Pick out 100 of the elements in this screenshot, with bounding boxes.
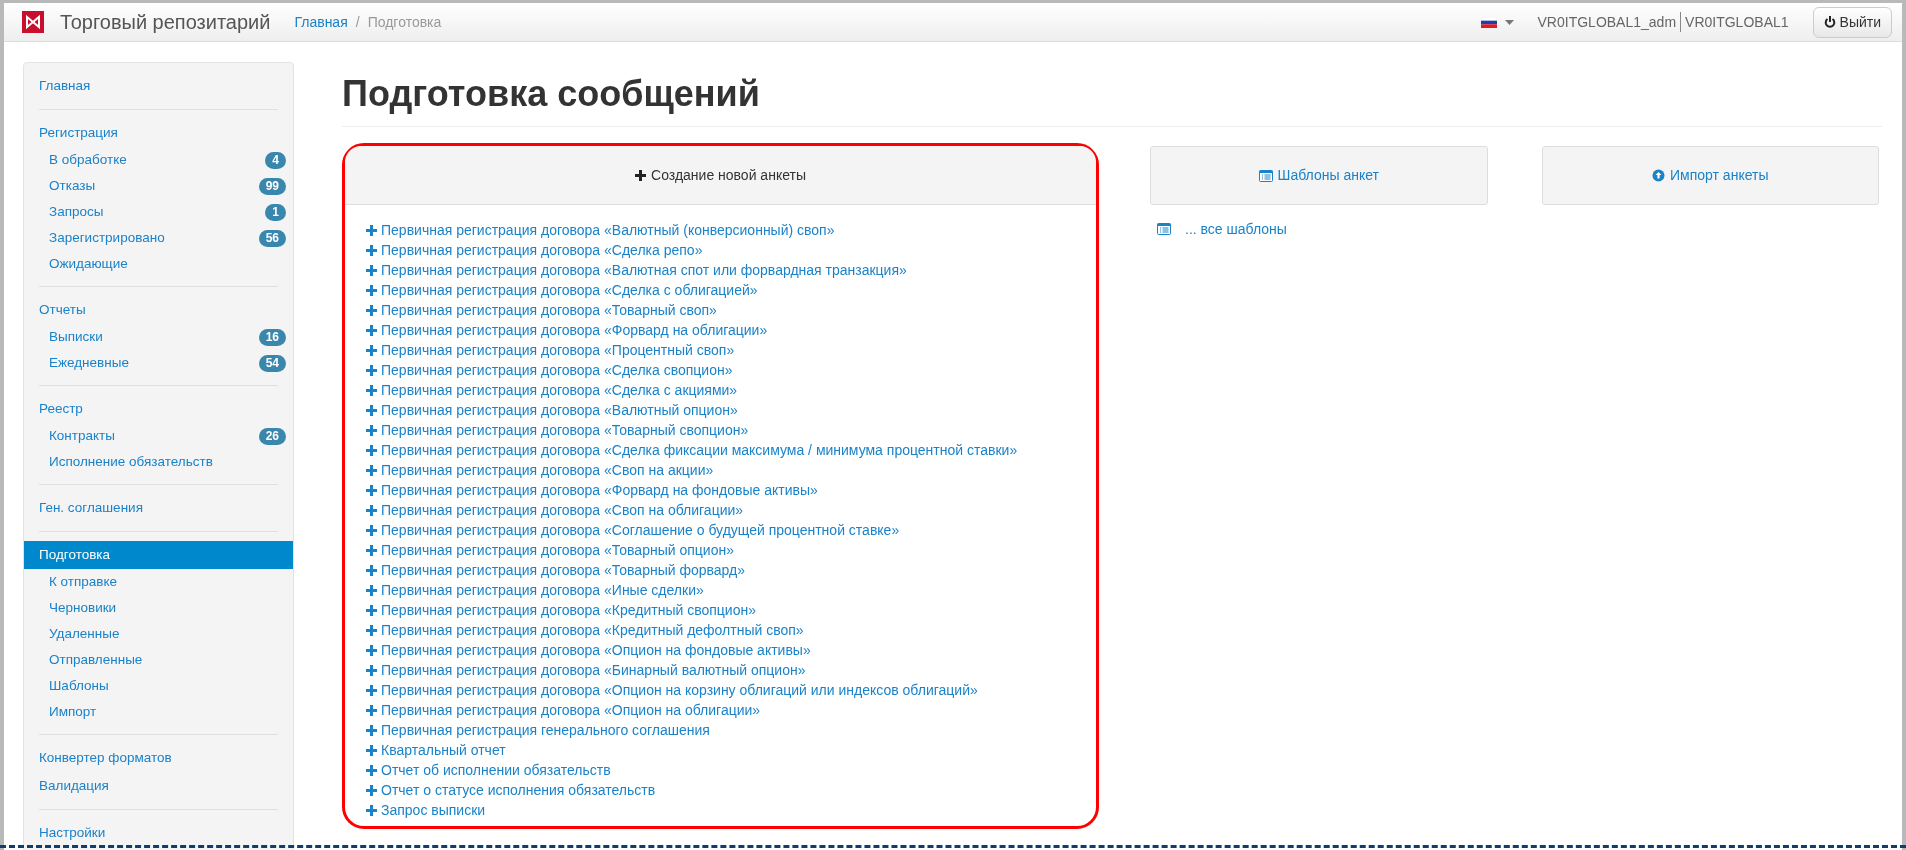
sidebar-item[interactable]: К отправке — [49, 572, 118, 592]
sidebar-section-link[interactable]: Конвертер форматов — [24, 744, 293, 772]
plus-icon — [366, 764, 377, 776]
form-link[interactable]: Первичная регистрация генерального соглашения — [381, 720, 710, 741]
sidebar-item-label[interactable]: В обработке — [49, 150, 127, 170]
form-link[interactable]: Первичная регистрация договора «Товарный форвард» — [381, 560, 745, 581]
form-link[interactable]: Первичная регистрация договора «Кредитный дефолтный своп» — [381, 620, 804, 641]
sidebar-section-link[interactable]: Главная — [24, 72, 293, 100]
panel-header-button[interactable]: Импорт анкеты — [1541, 146, 1879, 206]
plus-icon — [366, 244, 377, 256]
sidebar-section-link[interactable]: Валидация — [24, 772, 293, 800]
page-title: Подготовка сообщений — [342, 72, 1882, 128]
count-badge: 54 — [258, 354, 286, 372]
form-link[interactable]: Первичная регистрация договора «Форвард на фондовые активы» — [381, 480, 818, 501]
plus-icon — [366, 604, 377, 616]
form-link[interactable]: Первичная регистрация договора «Товарный свопцион» — [381, 420, 749, 441]
count-badge: 99 — [258, 177, 286, 195]
panel-header-button[interactable]: Создание новой анкеты — [345, 146, 1096, 206]
organization-name: VR0ITGLOBAL1 — [1685, 12, 1789, 32]
form-link[interactable]: Первичная регистрация договора «Сделка репо» — [381, 240, 703, 261]
plus-icon — [366, 744, 377, 756]
breadcrumb-link[interactable]: Главная — [294, 11, 348, 33]
sidebar-item-label[interactable]: Ежедневные — [49, 353, 129, 373]
plus-icon — [366, 324, 377, 336]
logout-button[interactable]: Выйти — [1812, 6, 1892, 38]
form-link[interactable]: Первичная регистрация договора «Форвард на облигации» — [381, 320, 768, 341]
list-icon — [1258, 169, 1273, 182]
plus-icon — [366, 724, 377, 736]
plus-icon — [366, 664, 377, 676]
plus-icon — [366, 384, 377, 396]
count-badge: 1 — [265, 203, 286, 221]
sidebar-item-label[interactable]: Выписки — [49, 327, 103, 347]
form-link[interactable]: Первичная регистрация договора «Своп на акции» — [381, 460, 714, 481]
form-link[interactable]: Квартальный отчет — [381, 740, 506, 761]
plus-icon — [366, 784, 377, 796]
sidebar-section-link[interactable]: Отчеты — [24, 296, 293, 324]
form-link[interactable]: Первичная регистрация договора «Процентный своп» — [381, 340, 735, 361]
form-link[interactable]: Отчет об исполнении обязательств — [381, 760, 611, 781]
app-title: Торговый репозитарий — [60, 10, 271, 35]
form-link[interactable]: ... все шаблоны — [1185, 219, 1287, 240]
form-link[interactable]: Первичная регистрация договора «Соглашение о будущей процентной ставке» — [381, 520, 900, 541]
sidebar-section-link[interactable]: Ген. соглашения — [24, 494, 293, 522]
form-link[interactable]: Запрос выписки — [381, 800, 486, 821]
sidebar-item[interactable]: Отправленные — [49, 650, 143, 670]
plus-icon — [366, 704, 377, 716]
form-link[interactable]: Первичная регистрация договора «Валютный опцион» — [381, 400, 738, 421]
sidebar-item-label[interactable]: Запросы — [49, 202, 104, 222]
form-link[interactable]: Первичная регистрация договора «Сделка с акциями» — [381, 380, 738, 401]
form-link[interactable]: Первичная регистрация договора «Товарный своп» — [381, 300, 717, 321]
plus-icon — [366, 564, 377, 576]
form-link[interactable]: Первичная регистрация договора «Сделка фиксации максимума / минимума процентной ставки» — [381, 440, 1018, 461]
plus-icon — [366, 504, 377, 516]
sidebar-item[interactable]: Исполнение обязательств — [49, 452, 213, 472]
count-badge: 4 — [265, 151, 286, 169]
form-link[interactable]: Первичная регистрация договора «Кредитный свопцион» — [381, 600, 756, 621]
plus-icon — [366, 344, 377, 356]
power-icon — [1823, 16, 1836, 28]
divider-line — [1680, 12, 1682, 32]
form-link[interactable]: Первичная регистрация договора «Сделка с облигацией» — [381, 280, 758, 301]
sidebar-item[interactable]: Черновики — [49, 598, 117, 618]
caret-icon — [1504, 19, 1514, 25]
form-link[interactable]: Первичная регистрация договора «Своп на облигации» — [381, 500, 744, 521]
sidebar-section-link[interactable]: Настройки — [24, 819, 293, 847]
plus-icon — [366, 524, 377, 536]
form-link[interactable]: Первичная регистрация договора «Опцион на фондовые активы» — [381, 640, 811, 661]
form-link[interactable]: Первичная регистрация договора «Товарный опцион» — [381, 540, 734, 561]
form-link[interactable]: Первичная регистрация договора «Опцион на облигации» — [381, 700, 761, 721]
sidebar-section-link[interactable]: Подготовка — [24, 541, 293, 569]
form-link[interactable]: Первичная регистрация договора «Иные сделки» — [381, 580, 704, 601]
count-badge: 56 — [258, 229, 286, 247]
sidebar-item[interactable]: Удаленные — [49, 624, 120, 644]
russian-flag-icon — [1480, 16, 1497, 28]
plus-icon — [366, 644, 377, 656]
form-link[interactable]: Первичная регистрация договора «Опцион на корзину облигаций или индексов облигаций» — [381, 680, 978, 701]
form-link[interactable]: Первичная регистрация договора «Сделка свопцион» — [381, 360, 733, 381]
sidebar-item[interactable]: Шаблоны — [49, 676, 109, 696]
form-link[interactable]: Первичная регистрация договора «Бинарный валютный опцион» — [381, 660, 806, 681]
sidebar-item-label[interactable]: Отказы — [49, 176, 96, 196]
breadcrumb-current: Подготовка — [367, 12, 442, 32]
form-link[interactable]: Первичная регистрация договора «Валютный (конверсионный) своп» — [381, 220, 835, 241]
panel-header-button[interactable]: Шаблоны анкет — [1150, 146, 1488, 206]
plus-icon — [366, 284, 377, 296]
plus-icon — [366, 224, 377, 236]
plus-icon — [366, 804, 377, 816]
count-badge: 26 — [258, 427, 286, 445]
count-badge: 16 — [258, 328, 286, 346]
sidebar-section-link[interactable]: Реестр — [24, 395, 293, 423]
plus-icon — [366, 544, 377, 556]
plus-icon — [366, 364, 377, 376]
form-link[interactable]: Отчет о статусе исполнения обязательств — [381, 780, 656, 801]
form-link[interactable]: Первичная регистрация договора «Валютная спот или форвардная транзакция» — [381, 260, 907, 281]
plus-icon — [366, 624, 377, 636]
sidebar-item-label[interactable]: Зарегистрировано — [49, 228, 165, 248]
sidebar-section-link[interactable]: Регистрация — [24, 119, 293, 147]
sidebar-item[interactable]: Ожидающие — [49, 254, 128, 274]
sidebar-item-label[interactable]: Контракты — [49, 426, 115, 446]
plus-icon — [366, 584, 377, 596]
list-icon — [1157, 223, 1171, 236]
logo-icon — [22, 11, 44, 33]
sidebar-item[interactable]: Импорт — [49, 702, 97, 722]
